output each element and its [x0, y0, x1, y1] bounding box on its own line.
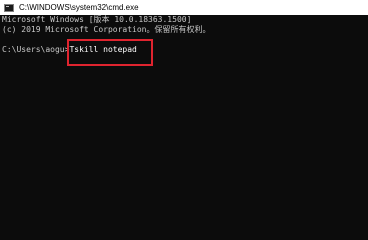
- copyright-line: (c) 2019 Microsoft Corporation。保留所有权利。: [2, 25, 211, 34]
- prompt: C:\Users\aogu>: [2, 45, 70, 54]
- command-line[interactable]: C:\Users\aogu> Tskill notepad: [2, 44, 368, 56]
- window-title: C:\WINDOWS\system32\cmd.exe: [19, 3, 139, 12]
- title-bar[interactable]: C:\WINDOWS\system32\cmd.exe: [0, 0, 368, 15]
- cmd-window[interactable]: C:\WINDOWS\system32\cmd.exe Microsoft Wi…: [0, 0, 368, 240]
- typed-command[interactable]: Tskill notepad: [69, 44, 136, 56]
- version-line: Microsoft Windows [版本 10.0.18363.1500]: [2, 15, 192, 24]
- console-output[interactable]: Microsoft Windows [版本 10.0.18363.1500] (…: [0, 15, 368, 240]
- cmd-icon: [4, 3, 14, 12]
